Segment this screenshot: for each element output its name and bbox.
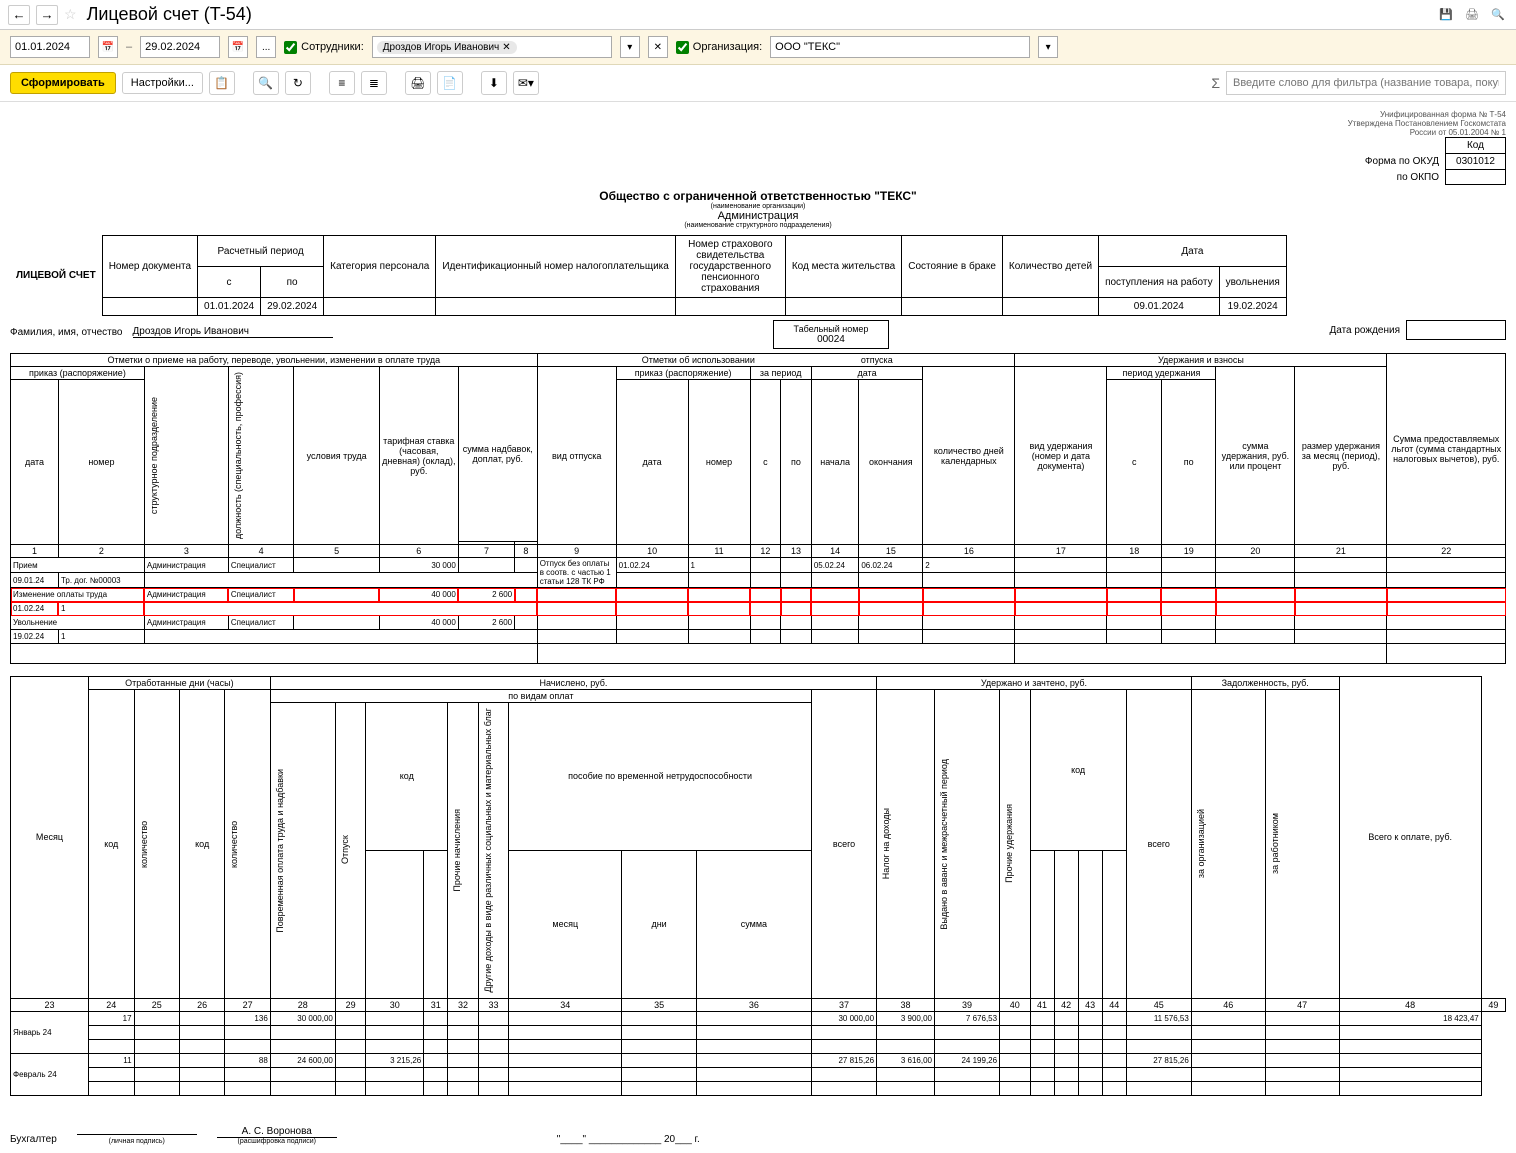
employees-input[interactable]: Дроздов Игорь Иванович ✕ [372,36,612,58]
birth-value [1406,320,1506,340]
doc-header-table: ЛИЦЕВОЙ СЧЕТ Номер документа Расчетный п… [10,235,1287,316]
birth-label: Дата рождения [1329,325,1400,336]
org-checkbox[interactable]: Организация: [676,41,762,54]
fio-value: Дроздов Игорь Иванович [133,326,333,338]
form-meta: Унифицированная форма № Т-54 Утверждена … [10,110,1506,137]
org-dropdown-icon[interactable]: ▾ [1038,36,1058,58]
tab-num-box: Табельный номер 00024 [773,320,890,349]
forward-button[interactable]: → [36,5,58,25]
collapse-icon[interactable]: ≣ [361,71,387,95]
expand-icon[interactable]: ≡ [329,71,355,95]
dept-name: Администрация [10,210,1506,222]
date-from-input[interactable] [10,36,90,58]
org-input[interactable] [770,36,1030,58]
section2-table: Месяц Отработанные дни (часы) Начислено,… [10,676,1506,1096]
report-title: ЛИЦЕВОЙ СЧЕТ [10,236,102,316]
employees-checkbox[interactable]: Сотрудники: [284,41,364,54]
print-icon[interactable]: 🖨 [1462,5,1482,25]
settings-button[interactable]: Настройки... [122,72,203,94]
action-bar: Сформировать Настройки... 📋 🔍 ↻ ≡ ≣ 🖨 📄 … [0,65,1516,102]
filter-bar: 📅 – 📅 ... Сотрудники: Дроздов Игорь Иван… [0,30,1516,65]
favorite-icon[interactable]: ☆ [64,6,77,23]
date-to-cal-icon[interactable]: 📅 [228,36,248,58]
org-full-name: Общество с ограниченной ответственностью… [10,189,1506,203]
search-icon[interactable]: 🔍 [1488,5,1508,25]
org-caption: (наименование организации) [10,203,1506,210]
sigma-icon[interactable]: Σ [1211,75,1220,91]
date-from-cal-icon[interactable]: 📅 [98,36,118,58]
top-toolbar: ← → ☆ Лицевой счет (T-54) 💾 🖨 🔍 [0,0,1516,30]
page-title: Лицевой счет (T-54) [87,4,252,25]
preview-icon[interactable]: 📄 [437,71,463,95]
save-icon[interactable]: 💾 [1436,5,1456,25]
generate-button[interactable]: Сформировать [10,72,116,94]
dept-caption: (наименование структурного подразделения… [10,222,1506,229]
employee-tag[interactable]: Дроздов Игорь Иванович ✕ [377,41,517,54]
copy-settings-icon[interactable]: 📋 [209,71,235,95]
employees-dropdown-icon[interactable]: ▾ [620,36,640,58]
back-button[interactable]: ← [8,5,30,25]
print-button-icon[interactable]: 🖨 [405,71,431,95]
section1-table: Отметки о приеме на работу, переводе, ув… [10,353,1506,664]
email-icon[interactable]: ✉▾ [513,71,539,95]
find-icon[interactable]: 🔍 [253,71,279,95]
date-separator: – [126,41,132,53]
download-icon[interactable]: ⬇ [481,71,507,95]
employees-clear-icon[interactable]: ✕ [648,36,668,58]
report-body: Унифицированная форма № Т-54 Утверждена … [0,102,1516,1153]
refresh-icon[interactable]: ↻ [285,71,311,95]
code-table: Код Форма по ОКУД0301012 по ОКПО [1359,137,1506,185]
date-to-input[interactable] [140,36,220,58]
filter-input[interactable] [1226,71,1506,95]
signature-footer: Бухгалтер (личная подпись) А. С. Воронов… [10,1126,1506,1145]
date-range-button[interactable]: ... [256,36,276,58]
fio-label: Фамилия, имя, отчество [10,327,123,338]
